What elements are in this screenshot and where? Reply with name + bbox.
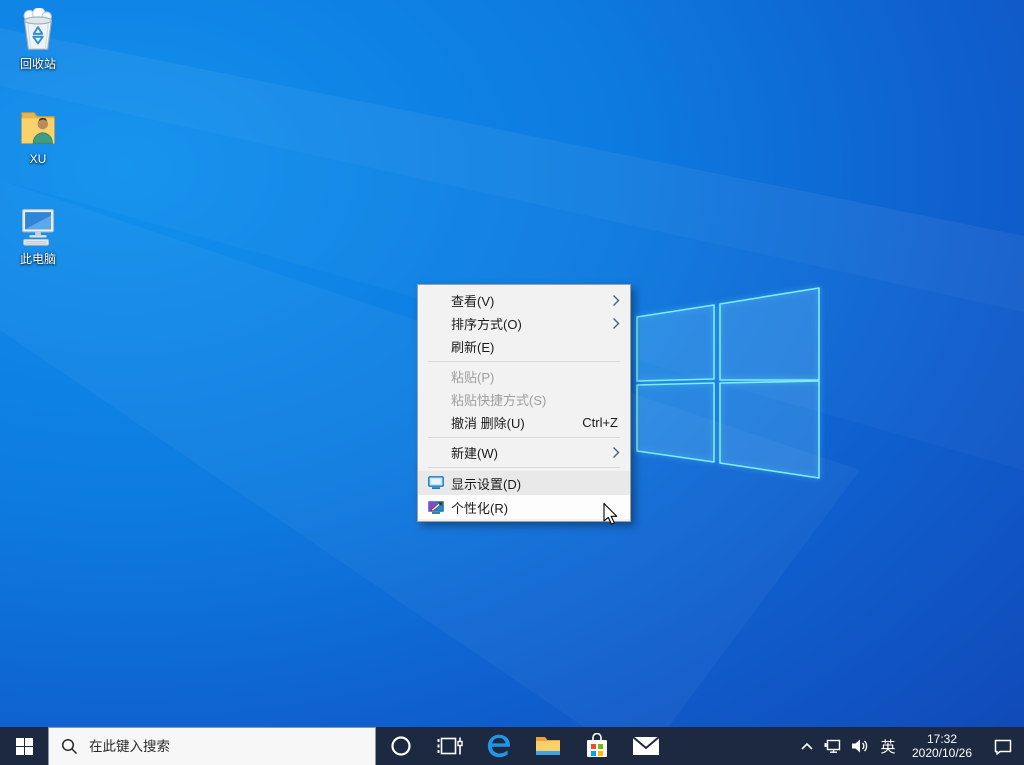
desktop-icon-label: XU [0,152,76,166]
cortana-icon [389,734,413,758]
file-explorer-button[interactable] [523,727,572,765]
mail-button[interactable] [621,727,670,765]
menu-item-shortcut: Ctrl+Z [582,415,622,430]
menu-item-label: 新建(W) [451,443,612,462]
menu-separator [428,437,620,438]
desktop-icon-recycle-bin[interactable]: 回收站 [0,8,76,71]
hidden-icons-button[interactable] [794,727,820,765]
desktop-icon-label: 此电脑 [0,252,76,266]
volume-button[interactable] [846,727,874,765]
menu-item-icon-slot [428,415,451,431]
menu-item-paste: 粘贴(P) [418,365,630,388]
task-view-icon [437,734,463,758]
menu-item-sort-by[interactable]: 排序方式(O) [418,312,630,335]
menu-item-refresh[interactable]: 刷新(E) [418,335,630,358]
network-icon [824,738,842,754]
chevron-up-icon [800,742,814,751]
tray-time: 17:32 [912,732,972,746]
action-center-button[interactable] [982,727,1024,765]
start-button[interactable] [0,727,48,765]
search-icon [61,738,78,755]
menu-item-icon-slot [428,316,451,332]
display-settings-icon [428,475,451,491]
menu-item-icon-slot [428,293,451,309]
menu-item-label: 查看(V) [451,291,612,310]
system-tray: 英 17:32 2020/10/26 [794,727,1024,765]
menu-item-personalize[interactable]: 个性化(R) [418,495,630,519]
desktop-icon-this-pc[interactable]: 此电脑 [0,203,76,266]
edge-button[interactable] [474,727,523,765]
menu-item-label: 粘贴快捷方式(S) [451,390,622,409]
desktop-icon-label: 回收站 [0,57,76,71]
menu-separator [428,361,620,362]
speaker-icon [851,738,869,754]
menu-item-display-settings[interactable]: 显示设置(D) [418,471,630,495]
task-view-button[interactable] [425,727,474,765]
menu-item-icon-slot [428,445,451,461]
windows-logo-graphic [630,280,830,490]
desktop-icon-user-folder[interactable]: XU [0,103,76,166]
menu-item-icon-slot [428,392,451,408]
submenu-chevron-icon [612,294,622,307]
desktop-context-menu: 查看(V) 排序方式(O) 刷新(E) 粘贴(P) 粘贴快捷方式(S) [417,284,631,522]
user-folder-icon [15,103,61,149]
edge-icon [485,732,513,760]
menu-item-paste-shortcut: 粘贴快捷方式(S) [418,388,630,411]
menu-item-label: 撤消 删除(U) [451,413,582,432]
tray-date: 2020/10/26 [912,746,972,760]
menu-item-label: 显示设置(D) [451,474,622,493]
taskbar-search-box[interactable] [48,727,376,765]
menu-item-label: 粘贴(P) [451,367,622,386]
taskbar: 英 17:32 2020/10/26 [0,727,1024,765]
network-button[interactable] [820,727,846,765]
cortana-button[interactable] [376,727,425,765]
menu-item-icon-slot [428,339,451,355]
submenu-chevron-icon [612,446,622,459]
menu-item-label: 排序方式(O) [451,314,612,333]
windows-start-icon [16,738,33,755]
menu-item-new[interactable]: 新建(W) [418,441,630,464]
menu-item-label: 刷新(E) [451,337,622,356]
file-explorer-icon [535,735,561,757]
search-input[interactable] [87,738,331,755]
store-button[interactable] [572,727,621,765]
menu-separator [428,467,620,468]
menu-item-view[interactable]: 查看(V) [418,289,630,312]
ime-language-indicator[interactable]: 英 [874,727,902,765]
this-pc-icon [15,203,61,249]
desktop[interactable]: 回收站 XU 此电脑 查看(V) [0,0,1024,765]
menu-item-undo-delete[interactable]: 撤消 删除(U) Ctrl+Z [418,411,630,434]
recycle-bin-icon [15,8,61,54]
menu-item-label: 个性化(R) [451,498,622,517]
menu-item-icon-slot [428,369,451,385]
personalization-icon [428,499,451,515]
taskbar-empty-area [670,727,794,765]
microsoft-store-icon [585,733,609,759]
submenu-chevron-icon [612,317,622,330]
action-center-icon [993,736,1013,756]
clock[interactable]: 17:32 2020/10/26 [902,727,982,765]
mail-icon [632,736,660,756]
